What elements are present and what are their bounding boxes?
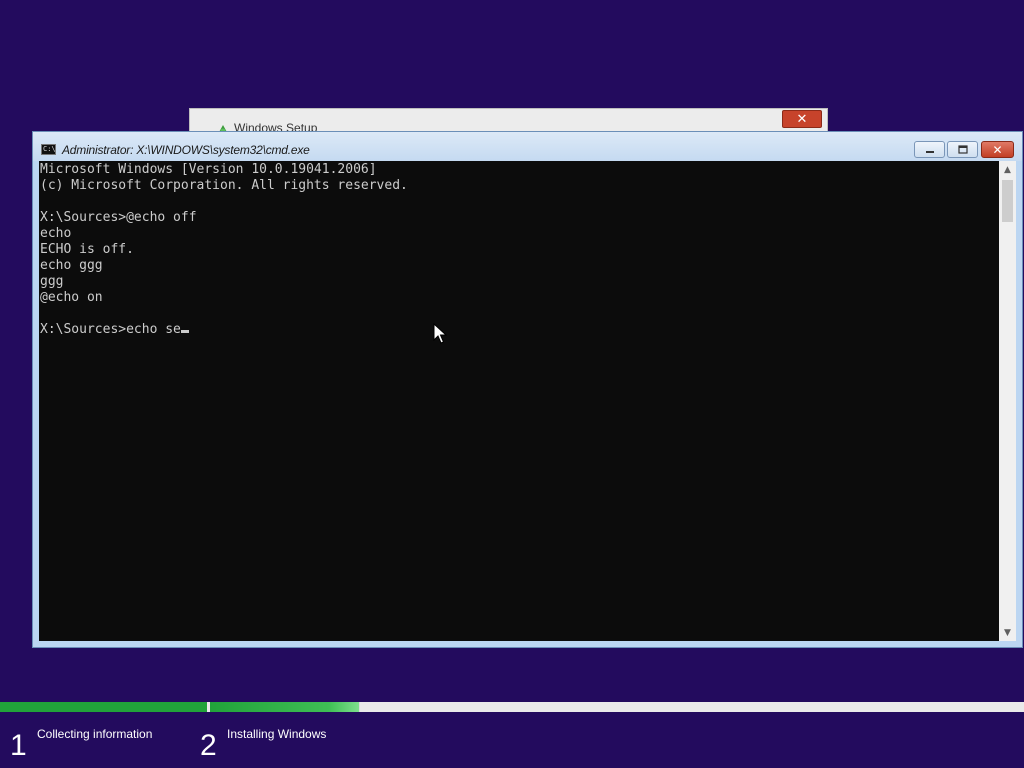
cmd-app-icon: C:\ bbox=[41, 144, 56, 155]
mouse-pointer-icon bbox=[433, 323, 447, 344]
progress-step2-fill bbox=[210, 702, 359, 712]
scroll-down-button[interactable]: ▼ bbox=[999, 624, 1016, 641]
step-number: 2 bbox=[200, 729, 217, 762]
progress-step1-fill bbox=[0, 702, 207, 712]
text-cursor bbox=[180, 330, 189, 333]
close-icon: ✕ bbox=[796, 111, 808, 127]
setup-progress-bar bbox=[0, 702, 1024, 712]
cmd-titlebar[interactable]: C:\ Administrator: X:\WINDOWS\system32\c… bbox=[33, 132, 1022, 161]
maximize-button[interactable] bbox=[947, 141, 978, 158]
scroll-thumb[interactable] bbox=[1002, 180, 1013, 222]
cmd-window-title: Administrator: X:\WINDOWS\system32\cmd.e… bbox=[62, 143, 310, 157]
step-number: 1 bbox=[10, 729, 27, 762]
console-output[interactable]: Microsoft Windows [Version 10.0.19041.20… bbox=[39, 161, 999, 641]
console-text: Microsoft Windows [Version 10.0.19041.20… bbox=[40, 162, 408, 337]
maximize-icon bbox=[957, 144, 968, 154]
minimize-icon bbox=[925, 150, 934, 153]
minimize-button[interactable] bbox=[914, 141, 945, 158]
setup-close-button[interactable]: ✕ bbox=[782, 110, 822, 128]
vertical-scrollbar[interactable]: ▲ ▼ bbox=[999, 161, 1016, 641]
cmd-window: C:\ Administrator: X:\WINDOWS\system32\c… bbox=[32, 131, 1023, 648]
chevron-down-icon: ▼ bbox=[1004, 627, 1011, 638]
close-icon: ✕ bbox=[992, 142, 1003, 157]
chevron-up-icon: ▲ bbox=[1004, 164, 1011, 175]
step-label: Installing Windows bbox=[227, 727, 327, 741]
step-label: Collecting information bbox=[37, 727, 153, 741]
progress-step2-track bbox=[210, 702, 360, 712]
close-button[interactable]: ✕ bbox=[981, 141, 1014, 158]
scroll-up-button[interactable]: ▲ bbox=[999, 161, 1016, 178]
